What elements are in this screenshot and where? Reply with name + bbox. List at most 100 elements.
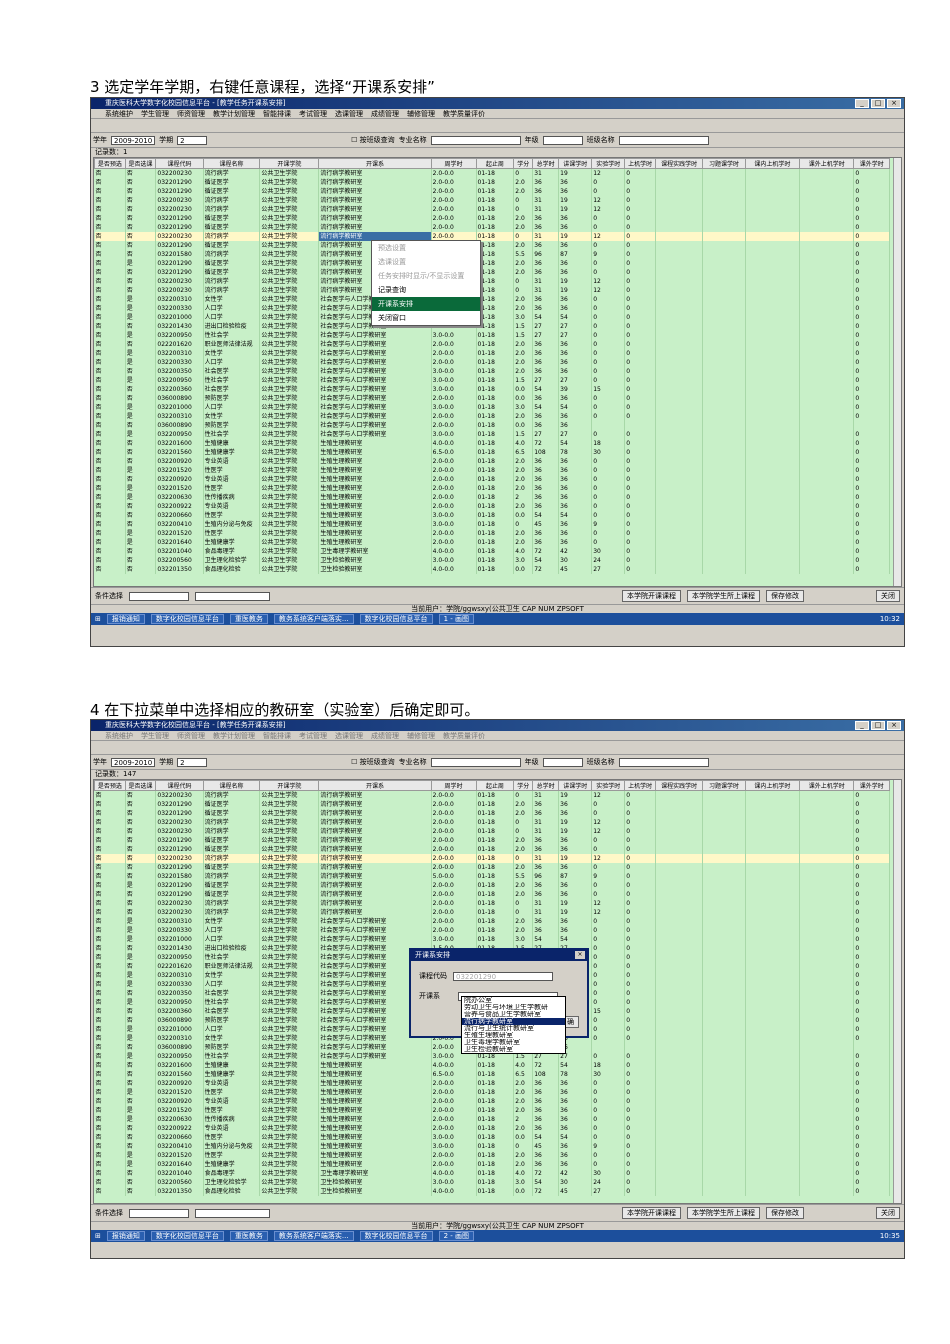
table-row[interactable]: 否是032200310女性学公共卫生学院社会医学与人口学教研室2.0-0.001… (94, 412, 890, 421)
classname-select[interactable] (618, 757, 709, 767)
dropdown-option[interactable]: 院办公室 (462, 997, 565, 1004)
condition-input[interactable] (195, 1208, 270, 1218)
column-header[interactable]: 讲课学时 (558, 158, 593, 169)
year-select[interactable]: 2009-2010 (111, 135, 156, 145)
menu-item[interactable]: 选课管理 (335, 731, 363, 740)
taskbar-item[interactable]: 教务系统客户端落实... (273, 1231, 354, 1241)
taskbar-item[interactable]: 数字化校园信息平台 (359, 614, 433, 624)
menu-item[interactable]: 成绩管理 (371, 731, 399, 740)
menu-item[interactable]: 智能排课 (263, 731, 291, 740)
table-row[interactable]: 否是 032201520 性医学 公共卫生学院 生殖生理教研室 2.0-0.0 01-18 2… (94, 1088, 890, 1097)
table-row[interactable]: 否否032201290循证医学公共卫生学院流行病学教研室2.0-0.001-18… (94, 241, 890, 250)
column-header[interactable]: 是否预选 (94, 158, 126, 169)
table-row[interactable]: 否是032200330人口学公共卫生学院社会医学与人口学教研室2.0-0.001… (94, 926, 890, 935)
taskbar-item[interactable]: 数字化校园信息平台 (150, 1231, 224, 1241)
column-header[interactable]: 开课学院 (259, 158, 320, 169)
table-row[interactable]: 否否032201290循证医学公共卫生学院流行病学教研室2.0-0.001-18… (94, 836, 890, 845)
context-menu-item[interactable]: 预选设置 (372, 241, 480, 255)
menu-item[interactable]: 教学计划管理 (213, 731, 255, 740)
class-query-checkbox[interactable]: ☐ 按班级查询 (351, 135, 395, 145)
table-row[interactable]: 否是032200310女性学公共卫生学院社会医学与人口学教研室2.0-0.001… (94, 349, 890, 358)
table-row[interactable]: 否否032200230流行病学公共卫生学院流行病学教研室2.0-0.001-18… (94, 908, 890, 917)
table-row[interactable]: 否否 032201350 食品理化检验 公共卫生学院 卫生检验教研室 4.0-0.0 01-… (94, 565, 890, 574)
table-row[interactable]: 否否032200230流行病学公共卫生学院流行病学教研室2.0-0.001-18… (94, 286, 890, 295)
table-row[interactable]: 否是032200310女性学公共卫生学院社会医学与人口学教研室2.0-0.001… (94, 295, 890, 304)
taskbar-item[interactable]: 数字化校园信息平台 (359, 1231, 433, 1241)
context-menu-item[interactable]: 开课系安排 (372, 297, 480, 311)
table-row[interactable]: 否否032201290循证医学公共卫生学院流行病学教研室2.0-0.001-18… (94, 800, 890, 809)
table-row[interactable]: 否否032201290循证医学公共卫生学院流行病学教研室2.0-0.001-18… (94, 809, 890, 818)
table-row[interactable]: 否是 032200630 性传播疾病 公共卫生学院 生殖生理教研室 2.0-0.0 01-1… (94, 493, 890, 502)
table-row[interactable]: 否否032201290循证医学公共卫生学院流行病学教研室2.0-0.001-18… (94, 214, 890, 223)
menu-item[interactable]: 教学质量评价 (443, 109, 485, 118)
table-row[interactable]: 否是 032201520 性医学 公共卫生学院 生殖生理教研室 2.0-0.0 01-18 2… (94, 1106, 890, 1115)
column-header[interactable]: 课程名称 (202, 780, 261, 791)
table-row[interactable]: 否否 032200922 专业英语 公共卫生学院 生殖生理教研室 2.0-0.0 01-18… (94, 502, 890, 511)
table-row[interactable]: 否否032201290循证医学公共卫生学院流行病学教研室2.0-0.001-18… (94, 863, 890, 872)
taskbar-item[interactable]: 重医教务 (229, 1231, 268, 1241)
table-row[interactable]: 否否032200360社会医学公共卫生学院社会医学与人口学教研室3.0-0.00… (94, 385, 890, 394)
classname-select[interactable] (618, 135, 709, 145)
student-courses-button[interactable]: 本学院学生所上课程 (687, 1207, 760, 1219)
table-row[interactable]: 否是 032201520 性医学 公共卫生学院 生殖生理教研室 2.0-0.0 01-18 2… (94, 484, 890, 493)
table-row[interactable]: 否是032200950性社会学公共卫生学院社会医学与人口学教研室3.0-0.00… (94, 430, 890, 439)
scrollbar[interactable] (893, 158, 901, 586)
table-row[interactable]: 否否 032201560 生殖健康学 公共卫生学院 生殖生理教研室 6.5-0.0 01-1… (94, 1070, 890, 1079)
table-row[interactable]: 否否032200230流行病学公共卫生学院流行病学教研室2.0-0.001-18… (94, 790, 890, 800)
table-row[interactable]: 否否032200230流行病学公共卫生学院流行病学教研室2.0-0.001-18… (94, 818, 890, 827)
table-row[interactable]: 否否 032200410 生殖内分泌与免疫 公共卫生学院 生殖生理教研室 3.0-0.0 0… (94, 520, 890, 529)
table-row[interactable]: 否否 032200920 专业英语 公共卫生学院 生殖生理教研室 2.0-0.0 01-18… (94, 1079, 890, 1088)
table-row[interactable]: 否否032201290循证医学公共卫生学院流行病学教研室2.0-0.001-18… (94, 223, 890, 232)
column-header[interactable]: 课外学时 (853, 158, 890, 169)
column-header[interactable]: 起止周 (475, 780, 515, 791)
maximize-icon[interactable]: □ (871, 99, 885, 108)
close-button[interactable]: 关闭 (876, 590, 900, 602)
dropdown-option[interactable]: 流行病学教研室 (462, 1018, 565, 1025)
menu-item[interactable]: 教学计划管理 (213, 109, 255, 118)
table-row[interactable]: 否是 032201520 性医学 公共卫生学院 生殖生理教研室 2.0-0.0 01-18 2… (94, 1151, 890, 1160)
column-header[interactable]: 讲课学时 (558, 780, 593, 791)
menu-item[interactable]: 系统维护 (105, 109, 133, 118)
table-row[interactable]: 否否036000890预防医学公共卫生学院社会医学与人口学教研室2.0-0.00… (94, 421, 890, 430)
context-menu-item[interactable]: 任务安排时显示/不显示设置 (372, 269, 480, 283)
dropdown-option[interactable]: 生殖生理教研室 (462, 1032, 565, 1039)
column-header[interactable]: 上机学时 (624, 780, 656, 791)
term-select[interactable]: 2 (177, 135, 208, 145)
year-select[interactable]: 2009-2010 (111, 757, 156, 767)
table-row[interactable]: 否否 032200560 卫生理化检验学 公共卫生学院 卫生检验教研室 3.0-0.0 01… (94, 1178, 890, 1187)
table-row[interactable]: 否是032201290循证医学公共卫生学院流行病学教研室2.0-0.001-18… (94, 259, 890, 268)
column-header[interactable]: 周学时 (430, 780, 477, 791)
table-row[interactable]: 否否032200230流行病学公共卫生学院流行病学教研室2.0-0.001-18… (94, 899, 890, 908)
context-menu-item[interactable]: 选课设置 (372, 255, 480, 269)
table-row[interactable]: 否是 032200630 性传播疾病 公共卫生学院 生殖生理教研室 2.0-0.0 01-1… (94, 1115, 890, 1124)
table-row[interactable]: 否否 032200560 卫生理化检验学 公共卫生学院 卫生检验教研室 3.0-0.0 01… (94, 556, 890, 565)
table-row[interactable]: 否否 032200660 性医学 公共卫生学院 生殖生理教研室 3.0-0.0 01-18 0… (94, 511, 890, 520)
college-courses-button[interactable]: 本学院开课课程 (622, 590, 681, 602)
menu-item[interactable]: 考试管理 (299, 109, 327, 118)
table-row[interactable]: 否是032201290循证医学公共卫生学院流行病学教研室2.0-0.001-18… (94, 881, 890, 890)
table-row[interactable]: 否是 032201640 生殖健康学 公共卫生学院 生殖生理教研室 2.0-0.0 01-1… (94, 1160, 890, 1169)
menu-item[interactable]: 学生管理 (141, 731, 169, 740)
table-row[interactable]: 否否032200230流行病学公共卫生学院流行病学教研室2.0-0.001-18… (94, 205, 890, 214)
menu-item[interactable]: 考试管理 (299, 731, 327, 740)
column-header[interactable]: 是否预选 (94, 780, 126, 791)
table-row[interactable]: 否是032201000人口学公共卫生学院社会医学与人口学教研室3.0-0.001… (94, 935, 890, 944)
maximize-icon[interactable]: □ (871, 721, 885, 730)
column-header[interactable]: 课程实践学时 (654, 158, 704, 169)
dropdown-option[interactable]: 卫生毒理学教研室 (462, 1039, 565, 1046)
column-header[interactable]: 课外学时 (853, 780, 890, 791)
table-row[interactable]: 否是032200950性社会学公共卫生学院社会医学与人口学教研室3.0-0.00… (94, 376, 890, 385)
taskbar-item[interactable]: 1 - 画图 (438, 614, 474, 624)
column-header[interactable]: 习题课学时 (702, 158, 746, 169)
column-header[interactable]: 课内上机学时 (744, 158, 801, 169)
college-courses-button[interactable]: 本学院开课课程 (622, 1207, 681, 1219)
table-row[interactable]: 否否032200230流行病学公共卫生学院流行病学教研室2.0-0.001-18… (94, 277, 890, 286)
table-row[interactable]: 否否 032200920 专业英语 公共卫生学院 生殖生理教研室 2.0-0.0 01-18… (94, 475, 890, 484)
column-header[interactable]: 习题课学时 (702, 780, 746, 791)
dropdown-option[interactable]: 流行与卫生统计教研室 (462, 1025, 565, 1032)
table-row[interactable]: 否否022201620职业医师法律法规公共卫生学院社会医学与人口学教研室2.0-… (94, 340, 890, 349)
taskbar-item[interactable]: 报销通知 (106, 1231, 145, 1241)
column-header[interactable]: 上机学时 (624, 158, 656, 169)
table-row[interactable]: 否否032200230流行病学公共卫生学院流行病学教研室2.0-0.001-18… (94, 196, 890, 205)
table-row[interactable]: 否否032200350社会医学公共卫生学院社会医学与人口学教研室3.0-0.00… (94, 367, 890, 376)
